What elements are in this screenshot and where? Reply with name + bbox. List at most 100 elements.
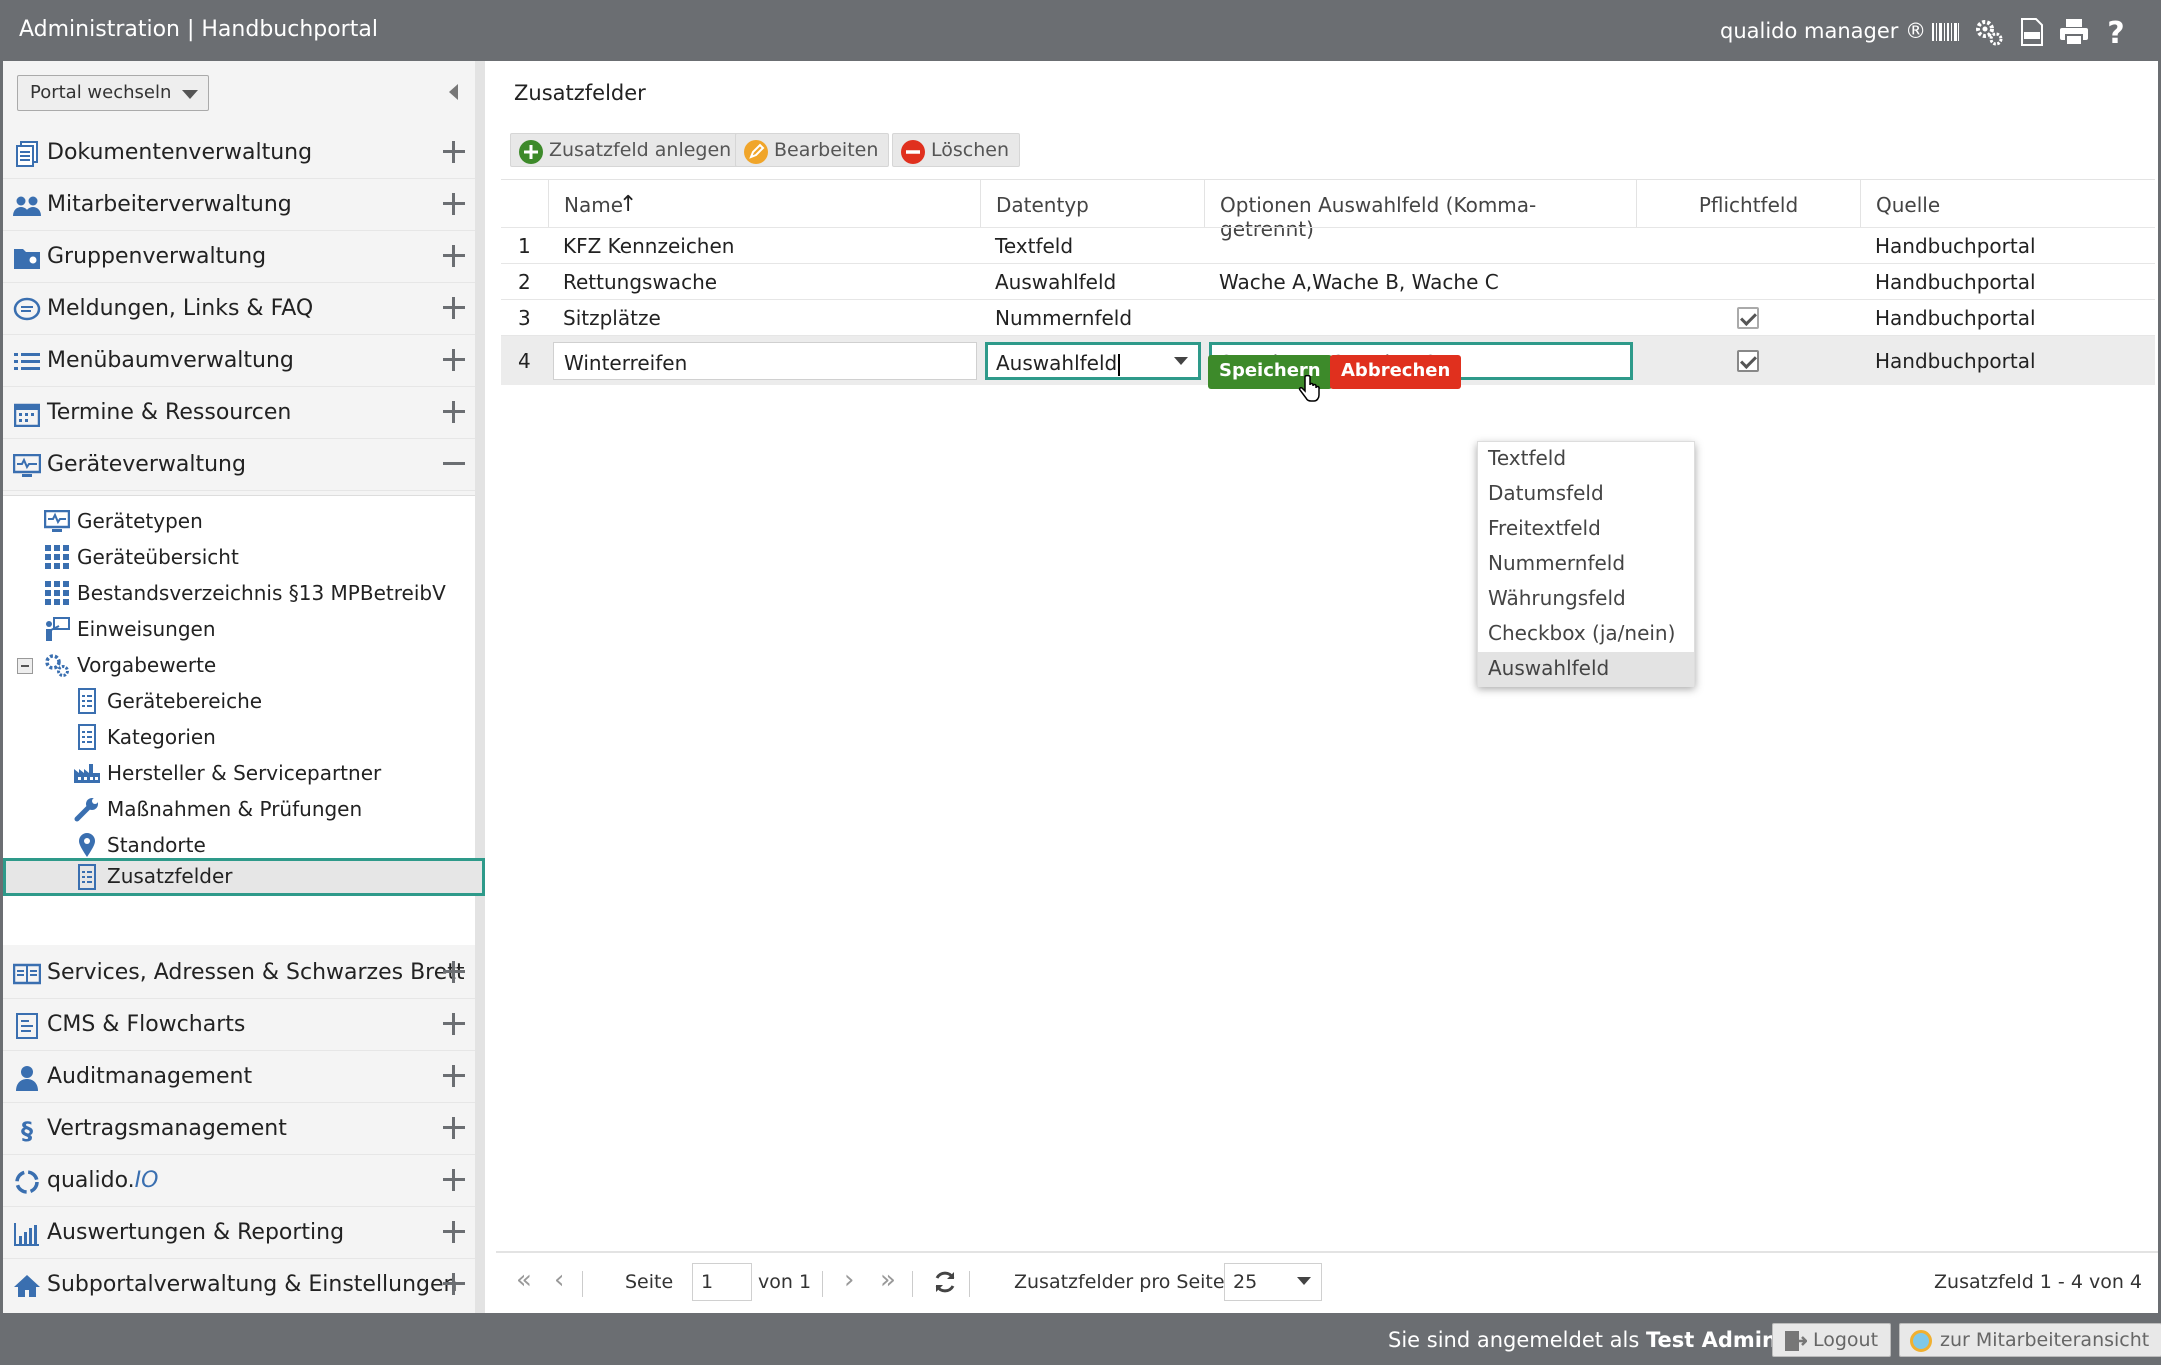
type-select[interactable]: Auswahlfeld bbox=[985, 342, 1201, 380]
collapse-sidebar-icon[interactable] bbox=[449, 84, 458, 100]
dropdown-option[interactable]: Währungsfeld bbox=[1478, 582, 1694, 617]
column-header-name[interactable]: Name ↑ bbox=[548, 180, 980, 228]
column-header-pflichtfeld[interactable]: Pflichtfeld bbox=[1636, 180, 1860, 228]
tree-item-standorte[interactable]: Standorte bbox=[73, 828, 463, 862]
prev-page-icon[interactable]: ‹ bbox=[554, 1265, 564, 1295]
nav-gruppenverwaltung[interactable]: Gruppenverwaltung bbox=[3, 231, 475, 283]
expand-icon[interactable] bbox=[443, 141, 465, 163]
refresh-icon[interactable] bbox=[932, 1269, 958, 1300]
nav-label: Mitarbeiterverwaltung bbox=[47, 192, 292, 217]
nav-meldungen[interactable]: Meldungen, Links & FAQ bbox=[3, 283, 475, 335]
column-header-optionen[interactable]: Optionen Auswahlfeld (Komma-getrennt) bbox=[1204, 180, 1636, 241]
nav-geraeteverwaltung[interactable]: Geräteverwaltung bbox=[3, 439, 475, 491]
tree-item-bestandsverzeichnis[interactable]: Bestandsverzeichnis §13 MPBetreibV bbox=[43, 576, 463, 610]
cancel-row-button[interactable]: Abbrechen bbox=[1330, 355, 1462, 389]
dropdown-option[interactable]: Checkbox (ja/nein) bbox=[1478, 617, 1694, 652]
nav-qualido-io[interactable]: qualido.IO bbox=[3, 1155, 475, 1207]
employee-view-button[interactable]: zur Mitarbeiteransicht bbox=[1899, 1323, 2161, 1357]
nav-subportal[interactable]: Subportalverwaltung & Einstellungen bbox=[3, 1259, 475, 1311]
type-select-value: Auswahlfeld bbox=[996, 351, 1118, 375]
nav-services[interactable]: Services, Adressen & Schwarzes Brett bbox=[3, 947, 475, 999]
chevron-down-icon bbox=[1297, 1277, 1311, 1285]
help-icon[interactable]: ? bbox=[2101, 17, 2131, 47]
tree-item-massnahmen[interactable]: Maßnahmen & Prüfungen bbox=[73, 792, 463, 826]
tree-item-vorgabewerte[interactable]: Vorgabewerte bbox=[17, 648, 463, 682]
nav-termine[interactable]: Termine & Ressourcen bbox=[3, 387, 475, 439]
expand-icon[interactable] bbox=[443, 1169, 465, 1191]
tree-item-zusatzfelder[interactable]: Zusatzfelder bbox=[3, 858, 485, 896]
dropdown-option[interactable]: Nummernfeld bbox=[1478, 547, 1694, 582]
expand-icon[interactable] bbox=[443, 1221, 465, 1243]
table-row[interactable]: 3 Sitzplätze Nummernfeld Handbuchportal bbox=[501, 299, 2155, 335]
column-header-datentyp[interactable]: Datentyp bbox=[980, 180, 1204, 228]
tree-label: Bestandsverzeichnis §13 MPBetreibV bbox=[77, 581, 446, 605]
nav-auswertungen[interactable]: Auswertungen & Reporting bbox=[3, 1207, 475, 1259]
tree-item-geraetetypen[interactable]: Gerätetypen bbox=[43, 504, 463, 538]
tree-item-geraetebereiche[interactable]: Gerätebereiche bbox=[73, 684, 463, 718]
tree-item-einweisungen[interactable]: Einweisungen bbox=[43, 612, 463, 646]
print-icon[interactable] bbox=[2059, 17, 2089, 47]
name-input[interactable]: Winterreifen bbox=[553, 342, 977, 380]
table-row[interactable]: 1 KFZ Kennzeichen Textfeld Handbuchporta… bbox=[501, 227, 2155, 263]
nav-label: Meldungen, Links & FAQ bbox=[47, 296, 314, 321]
tree-collapse-icon[interactable] bbox=[17, 658, 33, 674]
add-field-button[interactable]: Zusatzfeld anlegen bbox=[510, 133, 743, 167]
expand-icon[interactable] bbox=[443, 1013, 465, 1035]
nav-menuebaumverwaltung[interactable]: Menübaumverwaltung bbox=[3, 335, 475, 387]
tree-item-kategorien[interactable]: Kategorien bbox=[73, 720, 463, 754]
tree-label: Einweisungen bbox=[77, 617, 216, 641]
minus-circle-icon bbox=[901, 140, 925, 164]
expand-icon[interactable] bbox=[443, 193, 465, 215]
expand-icon[interactable] bbox=[443, 245, 465, 267]
last-page-icon[interactable]: » bbox=[880, 1265, 896, 1295]
edit-button[interactable]: Bearbeiten bbox=[735, 133, 890, 167]
portal-switch-dropdown[interactable]: Portal wechseln bbox=[17, 75, 209, 111]
nav-audit[interactable]: Auditmanagement bbox=[3, 1051, 475, 1103]
nav-dokumentenverwaltung[interactable]: Dokumentenverwaltung bbox=[3, 127, 475, 179]
monitor-icon bbox=[43, 508, 71, 534]
logout-button[interactable]: Logout bbox=[1772, 1323, 1892, 1358]
first-page-icon[interactable]: « bbox=[516, 1265, 532, 1295]
chevron-down-icon[interactable] bbox=[1174, 357, 1188, 365]
gears-icon[interactable] bbox=[1974, 17, 2004, 47]
per-page-select[interactable]: 25 bbox=[1224, 1263, 1322, 1301]
barcode-icon[interactable] bbox=[1931, 17, 1961, 47]
hand-cursor-icon bbox=[1298, 374, 1320, 407]
cell-options: Wache A,Wache B, Wache C bbox=[1219, 270, 1499, 294]
type-dropdown-list: Textfeld Datumsfeld Freitextfeld Nummern… bbox=[1477, 441, 1695, 687]
expand-icon[interactable] bbox=[443, 297, 465, 319]
nav-mitarbeiterverwaltung[interactable]: Mitarbeiterverwaltung bbox=[3, 179, 475, 231]
logout-icon bbox=[1783, 1329, 1808, 1358]
dropdown-option[interactable]: Textfeld bbox=[1478, 442, 1694, 477]
tree-item-hersteller[interactable]: Hersteller & Servicepartner bbox=[73, 756, 463, 790]
expand-icon[interactable] bbox=[443, 401, 465, 423]
collapse-icon[interactable] bbox=[443, 453, 465, 475]
expand-icon[interactable] bbox=[443, 349, 465, 371]
footer-bar: Sie sind angemeldet als Test Admin Logou… bbox=[3, 1313, 2161, 1365]
page-input[interactable]: 1 bbox=[692, 1263, 752, 1301]
pencil-icon bbox=[744, 140, 768, 164]
table-row[interactable]: 2 Rettungswache Auswahlfeld Wache A,Wach… bbox=[501, 263, 2155, 299]
nav-vertrag[interactable]: § Vertragsmanagement bbox=[3, 1103, 475, 1155]
nav-cms[interactable]: CMS & Flowcharts bbox=[3, 999, 475, 1051]
expand-icon[interactable] bbox=[443, 961, 465, 983]
expand-icon[interactable] bbox=[443, 1065, 465, 1087]
next-page-icon[interactable]: › bbox=[844, 1265, 854, 1295]
required-checkbox[interactable] bbox=[1737, 350, 1759, 372]
tree-label: Standorte bbox=[107, 833, 206, 857]
dropdown-option[interactable]: Datumsfeld bbox=[1478, 477, 1694, 512]
dropdown-option[interactable]: Freitextfeld bbox=[1478, 512, 1694, 547]
divider bbox=[969, 1271, 970, 1297]
expand-icon[interactable] bbox=[443, 1117, 465, 1139]
per-page-label: Zusatzfelder pro Seite: bbox=[1014, 1271, 1231, 1293]
device-tree: Gerätetypen Geräteübersicht Bestandsverz… bbox=[3, 495, 485, 945]
nav-label: qualido.IO bbox=[47, 1168, 158, 1193]
sort-ascending-icon: ↑ bbox=[619, 192, 638, 217]
xlsx-export-icon[interactable] bbox=[2017, 17, 2047, 47]
tree-item-geraeteuebersicht[interactable]: Geräteübersicht bbox=[43, 540, 463, 574]
column-header-quelle[interactable]: Quelle bbox=[1860, 180, 2155, 228]
expand-icon[interactable] bbox=[443, 1273, 465, 1295]
dropdown-option-selected[interactable]: Auswahlfeld bbox=[1478, 652, 1694, 687]
nav-label: CMS & Flowcharts bbox=[47, 1012, 246, 1037]
delete-button[interactable]: Löschen bbox=[892, 133, 1020, 167]
